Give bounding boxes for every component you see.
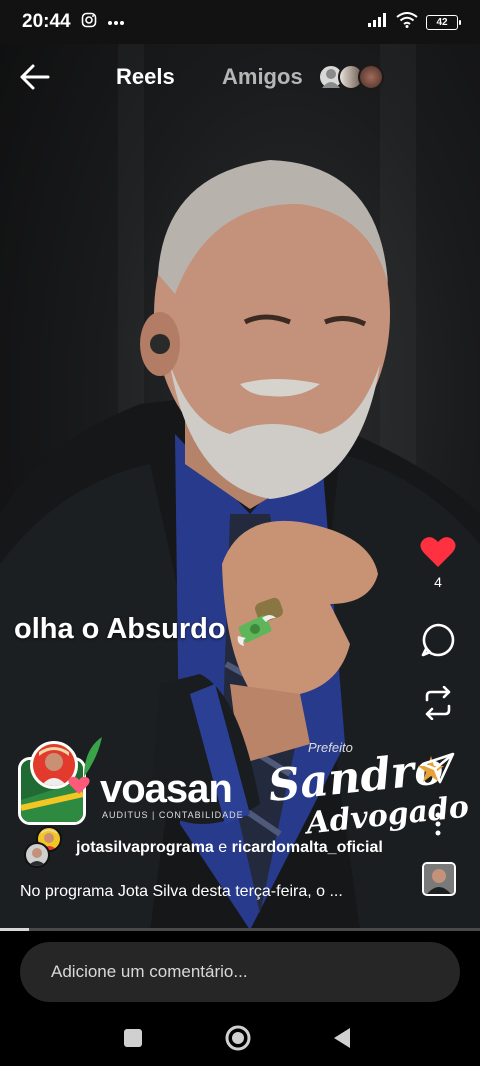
heart-icon (420, 537, 456, 567)
home-button[interactable] (223, 1023, 253, 1053)
like-button[interactable]: 4 (416, 536, 460, 590)
repost-icon (425, 686, 451, 720)
back-triangle-icon (334, 1028, 350, 1048)
signal-icon (368, 12, 388, 32)
audio-thumbnail[interactable] (422, 862, 456, 896)
post-description[interactable]: No programa Jota Silva desta terça-feira… (20, 883, 343, 901)
back-button[interactable] (18, 62, 52, 92)
voasan-subtitle: AUDITUS | CONTABILIDADE (102, 810, 244, 820)
friends-avatars[interactable] (318, 64, 384, 92)
authors-conjunction: e (218, 839, 228, 856)
avatar (24, 842, 50, 868)
instagram-notification-icon (81, 12, 97, 33)
status-time: 20:44 (22, 11, 71, 32)
recents-square-icon (124, 1029, 142, 1047)
video-overlay-caption: olha o Absurdo (14, 612, 276, 646)
author-link[interactable]: jotasilvaprograma (76, 839, 214, 856)
tab-amigos[interactable]: Amigos (222, 64, 303, 90)
author-avatars (22, 826, 66, 870)
like-count: 4 (434, 574, 442, 590)
comment-icon (421, 623, 455, 657)
heart-badge-icon (68, 776, 90, 794)
avatar (358, 64, 384, 90)
share-icon (421, 752, 455, 784)
battery-icon: 42 (426, 14, 461, 30)
authors-line: jotasilvaprograma e ricardomalta_oficial (76, 839, 383, 857)
voasan-wordmark: voasan (100, 767, 233, 811)
arrow-left-icon (20, 64, 50, 90)
android-navigation-bar (0, 1011, 480, 1066)
author-link[interactable]: ricardomalta_oficial (232, 839, 383, 856)
post-authors[interactable]: jotasilvaprograma e ricardomalta_oficial (22, 826, 383, 870)
repost-button[interactable] (416, 686, 460, 720)
home-circle-icon (225, 1025, 251, 1051)
tab-reels[interactable]: Reels (116, 64, 175, 90)
comment-input[interactable]: Adicione um comentário... (20, 942, 460, 1002)
more-icon (435, 812, 441, 836)
comment-bar: Adicione um comentário... (0, 931, 480, 1011)
recents-button[interactable] (118, 1023, 148, 1053)
reels-header: Reels Amigos (0, 52, 480, 102)
overlay-caption-text: olha o Absurdo (14, 612, 226, 645)
status-bar: 20:44 42 (0, 0, 480, 44)
system-back-button[interactable] (328, 1023, 358, 1053)
more-options-button[interactable] (416, 812, 460, 836)
share-button[interactable] (416, 752, 460, 784)
more-notifications-icon (107, 13, 125, 31)
money-with-wings-icon (236, 612, 276, 646)
voasan-logo: voasan AUDITUS | CONTABILIDADE (18, 737, 250, 827)
wifi-icon (396, 11, 418, 33)
comment-button[interactable] (416, 622, 460, 658)
